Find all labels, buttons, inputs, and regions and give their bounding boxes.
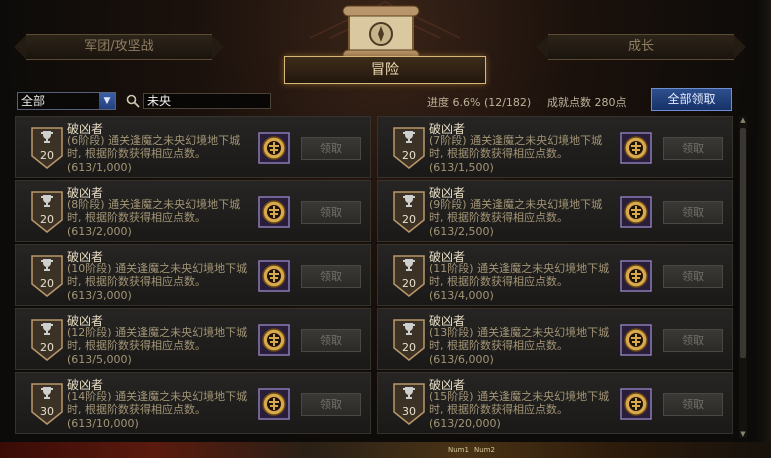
scroll-up-icon[interactable]: ▲ bbox=[739, 116, 747, 124]
trophy-icon bbox=[41, 259, 53, 271]
reward-emblem-icon[interactable] bbox=[258, 196, 290, 228]
trophy-icon bbox=[403, 387, 415, 399]
trophy-icon bbox=[41, 387, 53, 399]
tab-adventure[interactable]: 冒险 bbox=[284, 56, 486, 84]
claim-button[interactable]: 领取 bbox=[663, 329, 723, 352]
achievement-progress: (613/2,500) bbox=[429, 225, 494, 238]
achievement-description: (11阶段) 通关逢魔之未央幻境地下城时, 根据阶数获得相应点数。 bbox=[429, 262, 610, 288]
scrollbar-thumb[interactable] bbox=[740, 128, 746, 358]
scroll-down-icon[interactable]: ▼ bbox=[739, 430, 747, 438]
reward-emblem-icon[interactable] bbox=[620, 132, 652, 164]
achievement-card: 30 破凶者 (14阶段) 通关逢魔之未央幻境地下城时, 根据阶数获得相应点数。… bbox=[15, 372, 371, 434]
achievement-points: 30 bbox=[402, 405, 416, 418]
achievement-points: 20 bbox=[40, 341, 54, 354]
claim-button[interactable]: 领取 bbox=[663, 393, 723, 416]
achievement-progress: (613/4,000) bbox=[429, 289, 494, 302]
achievement-progress: (613/3,000) bbox=[67, 289, 132, 302]
achievement-window: 军团/攻坚战 成长 冒险 全部 ▼ 进度 6.6% (12/182) 成就点数 … bbox=[0, 0, 771, 458]
game-taskbar: Num1 Num2 bbox=[0, 442, 771, 458]
claim-button[interactable]: 领取 bbox=[663, 201, 723, 224]
category-dropdown[interactable]: 全部 ▼ bbox=[17, 92, 116, 110]
achievement-card: 20 破凶者 (11阶段) 通关逢魔之未央幻境地下城时, 根据阶数获得相应点数。… bbox=[377, 244, 733, 306]
achievement-description: (14阶段) 通关逢魔之未央幻境地下城时, 根据阶数获得相应点数。 bbox=[67, 390, 248, 416]
achievement-card: 20 破凶者 (6阶段) 通关逢魔之未央幻境地下城时, 根据阶数获得相应点数。 … bbox=[15, 116, 371, 178]
search-icon bbox=[126, 94, 140, 108]
achievement-points: 20 bbox=[40, 277, 54, 290]
achievement-card: 20 破凶者 (12阶段) 通关逢魔之未央幻境地下城时, 根据阶数获得相应点数。… bbox=[15, 308, 371, 370]
achievement-description: (10阶段) 通关逢魔之未央幻境地下城时, 根据阶数获得相应点数。 bbox=[67, 262, 248, 288]
search-input[interactable] bbox=[143, 93, 271, 109]
trophy-icon bbox=[41, 323, 53, 335]
achievement-description: (9阶段) 通关逢魔之未央幻境地下城时, 根据阶数获得相应点数。 bbox=[429, 198, 603, 224]
tab-legion-siege[interactable]: 军团/攻坚战 bbox=[14, 34, 224, 60]
trophy-icon bbox=[41, 131, 53, 143]
achievement-points: 20 bbox=[402, 213, 416, 226]
window-edge bbox=[755, 0, 771, 458]
achievement-progress: (613/20,000) bbox=[429, 417, 501, 430]
achievement-description: (13阶段) 通关逢魔之未央幻境地下城时, 根据阶数获得相应点数。 bbox=[429, 326, 610, 352]
trophy-icon bbox=[403, 131, 415, 143]
achievement-points: 20 bbox=[402, 149, 416, 162]
achievement-progress: (613/1,000) bbox=[67, 161, 132, 174]
claim-button[interactable]: 领取 bbox=[663, 137, 723, 160]
achievement-points: 20 bbox=[402, 341, 416, 354]
trophy-icon bbox=[403, 323, 415, 335]
reward-emblem-icon[interactable] bbox=[620, 260, 652, 292]
reward-emblem-icon[interactable] bbox=[258, 132, 290, 164]
achievement-progress: (613/1,500) bbox=[429, 161, 494, 174]
achievement-description: (15阶段) 通关逢魔之未央幻境地下城时, 根据阶数获得相应点数。 bbox=[429, 390, 610, 416]
achievement-progress: (613/2,000) bbox=[67, 225, 132, 238]
achievement-points: 20 bbox=[402, 277, 416, 290]
achievement-points: 20 bbox=[40, 213, 54, 226]
taskbar-label: Num2 bbox=[474, 446, 495, 454]
achievement-description: (6阶段) 通关逢魔之未央幻境地下城时, 根据阶数获得相应点数。 bbox=[67, 134, 241, 160]
claim-button[interactable]: 领取 bbox=[301, 265, 361, 288]
achievement-list: 20 破凶者 (6阶段) 通关逢魔之未央幻境地下城时, 根据阶数获得相应点数。 … bbox=[15, 116, 737, 440]
taskbar-label: Num1 bbox=[448, 446, 469, 454]
reward-emblem-icon[interactable] bbox=[258, 388, 290, 420]
reward-emblem-icon[interactable] bbox=[258, 324, 290, 356]
reward-emblem-icon[interactable] bbox=[620, 196, 652, 228]
achievement-card: 20 破凶者 (10阶段) 通关逢魔之未央幻境地下城时, 根据阶数获得相应点数。… bbox=[15, 244, 371, 306]
scrollbar[interactable]: ▲ ▼ bbox=[739, 116, 747, 438]
achievement-card: 20 破凶者 (7阶段) 通关逢魔之未央幻境地下城时, 根据阶数获得相应点数。 … bbox=[377, 116, 733, 178]
progress-text: 进度 6.6% (12/182) bbox=[427, 96, 532, 109]
achievement-description: (12阶段) 通关逢魔之未央幻境地下城时, 根据阶数获得相应点数。 bbox=[67, 326, 248, 352]
trophy-icon bbox=[41, 195, 53, 207]
achievement-card: 20 破凶者 (8阶段) 通关逢魔之未央幻境地下城时, 根据阶数获得相应点数。 … bbox=[15, 180, 371, 242]
claim-all-button[interactable]: 全部领取 bbox=[651, 88, 732, 111]
claim-button[interactable]: 领取 bbox=[301, 393, 361, 416]
achievement-card: 20 破凶者 (13阶段) 通关逢魔之未央幻境地下城时, 根据阶数获得相应点数。… bbox=[377, 308, 733, 370]
chevron-down-icon[interactable]: ▼ bbox=[99, 93, 115, 109]
achievement-description: (7阶段) 通关逢魔之未央幻境地下城时, 根据阶数获得相应点数。 bbox=[429, 134, 603, 160]
claim-button[interactable]: 领取 bbox=[301, 329, 361, 352]
achievement-points: 30 bbox=[40, 405, 54, 418]
claim-button[interactable]: 领取 bbox=[301, 201, 361, 224]
achievement-progress: (613/6,000) bbox=[429, 353, 494, 366]
achievement-points: 20 bbox=[40, 149, 54, 162]
achievement-progress: (613/5,000) bbox=[67, 353, 132, 366]
reward-emblem-icon[interactable] bbox=[258, 260, 290, 292]
achievement-description: (8阶段) 通关逢魔之未央幻境地下城时, 根据阶数获得相应点数。 bbox=[67, 198, 241, 224]
claim-button[interactable]: 领取 bbox=[301, 137, 361, 160]
claim-button[interactable]: 领取 bbox=[663, 265, 723, 288]
reward-emblem-icon[interactable] bbox=[620, 388, 652, 420]
achievement-card: 20 破凶者 (9阶段) 通关逢魔之未央幻境地下城时, 根据阶数获得相应点数。 … bbox=[377, 180, 733, 242]
trophy-icon bbox=[403, 195, 415, 207]
trophy-icon bbox=[403, 259, 415, 271]
category-selected: 全部 bbox=[21, 94, 46, 108]
reward-emblem-icon[interactable] bbox=[620, 324, 652, 356]
tab-growth[interactable]: 成长 bbox=[536, 34, 746, 60]
achievement-card: 30 破凶者 (15阶段) 通关逢魔之未央幻境地下城时, 根据阶数获得相应点数。… bbox=[377, 372, 733, 434]
achievement-progress: (613/10,000) bbox=[67, 417, 139, 430]
points-text: 成就点数 280点 bbox=[547, 96, 627, 109]
